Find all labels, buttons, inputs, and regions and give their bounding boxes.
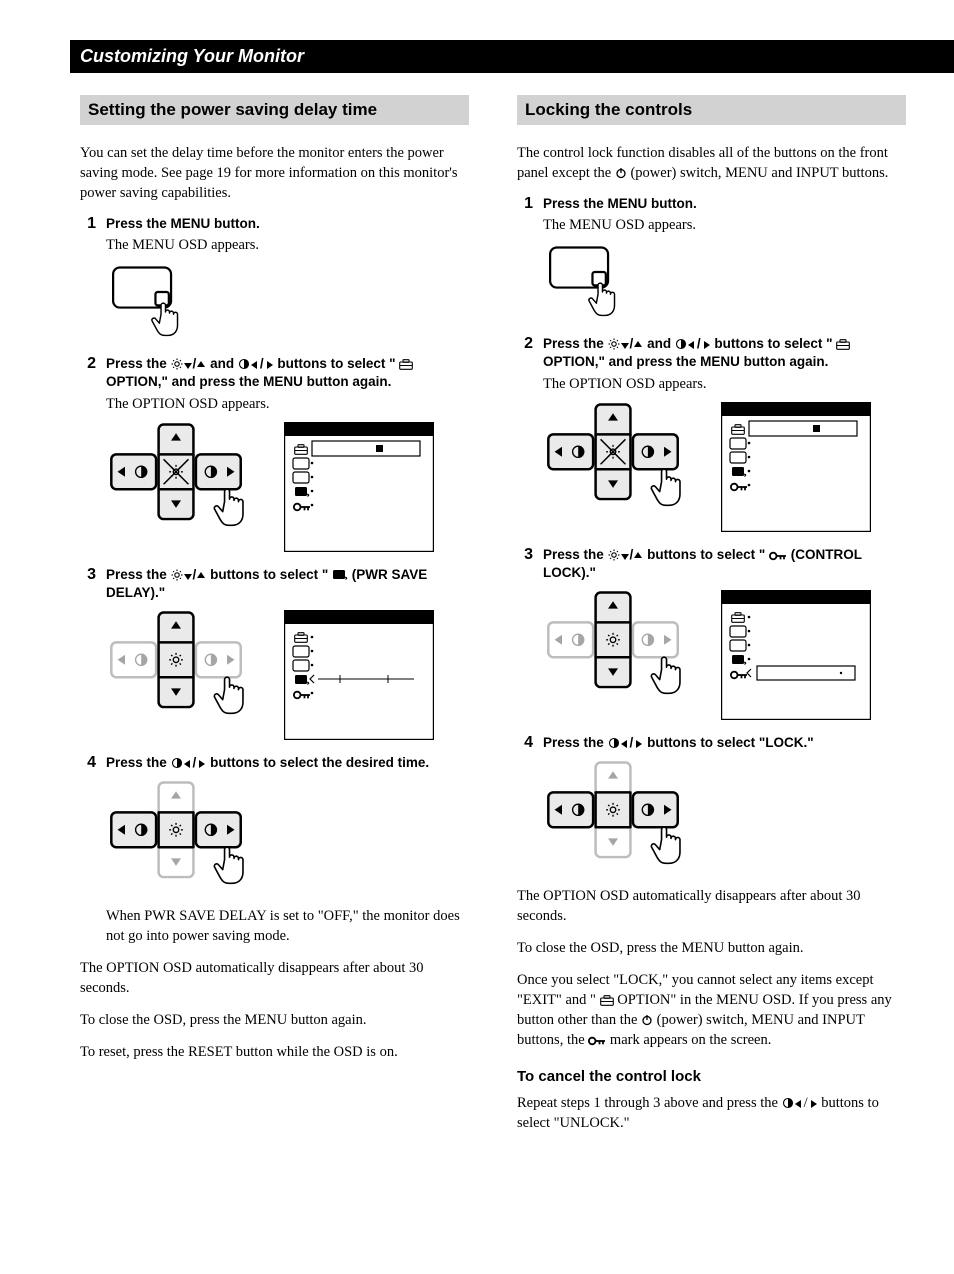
toolbox-icon	[600, 995, 614, 1006]
right-step2-desc: The OPTION OSD appears.	[543, 374, 906, 394]
menu-button-figure	[543, 243, 633, 321]
down-arrow-icon	[183, 360, 193, 370]
right-note-close: To close the OSD, press the MENU button …	[517, 938, 906, 958]
contrast-icon	[675, 338, 687, 350]
left-arrow-icon	[183, 759, 193, 769]
left-step4-title: Press the / buttons to select the desire…	[106, 754, 469, 772]
section-header-left: Setting the power saving delay time	[80, 95, 469, 125]
up-arrow-icon	[633, 551, 643, 561]
right-arrow-icon	[808, 1099, 818, 1109]
step-number: 4	[80, 754, 96, 772]
chapter-title: Customizing Your Monitor	[70, 40, 954, 73]
step-number: 1	[517, 195, 533, 213]
osd-option-figure	[284, 422, 434, 552]
down-arrow-icon	[183, 571, 193, 581]
right-arrow-icon	[196, 759, 206, 769]
contrast-icon	[238, 358, 250, 370]
power-icon	[641, 1014, 653, 1026]
step-number: 4	[517, 734, 533, 752]
step-number: 2	[80, 355, 96, 373]
left-arrow-icon	[620, 739, 630, 749]
contrast-icon	[171, 757, 183, 769]
right-step1-desc: The MENU OSD appears.	[543, 215, 906, 235]
menu-button-figure	[106, 263, 196, 341]
down-arrow-icon	[620, 340, 630, 350]
left-intro: You can set the delay time before the mo…	[80, 143, 469, 203]
dpad-leftright-figure	[543, 760, 693, 872]
lock-key-icon	[588, 1036, 606, 1046]
left-arrow-icon	[794, 1099, 804, 1109]
lock-key-icon	[769, 551, 787, 561]
left-note-timeout: The OPTION OSD automatically disappears …	[80, 958, 469, 998]
left-step-2: 2 Press the / and / buttons to select " …	[80, 355, 469, 413]
right-column: Locking the controls The control lock fu…	[517, 95, 906, 1145]
step-number: 2	[517, 335, 533, 353]
up-arrow-icon	[196, 571, 206, 581]
right-step-2: 2 Press the / and / buttons to select " …	[517, 335, 906, 393]
power-icon	[615, 167, 627, 179]
right-arrow-icon	[633, 739, 643, 749]
right-note-lock-explain: Once you select "LOCK," you cannot selec…	[517, 970, 906, 1050]
dpad-leftright-figure	[106, 780, 256, 892]
right-note-timeout: The OPTION OSD automatically disappears …	[517, 886, 906, 926]
right-step-4: 4 Press the / buttons to select "LOCK."	[517, 734, 906, 752]
left-arrow-icon	[687, 340, 697, 350]
cancel-lock-heading: To cancel the control lock	[517, 1068, 906, 1085]
up-arrow-icon	[196, 360, 206, 370]
left-step1-title: Press the MENU button.	[106, 215, 469, 233]
contrast-icon	[608, 737, 620, 749]
brightness-icon	[171, 358, 183, 370]
cancel-lock-text: Repeat steps 1 through 3 above and press…	[517, 1093, 906, 1133]
left-arrow-icon	[250, 360, 260, 370]
right-arrow-icon	[701, 340, 711, 350]
left-step-4: 4 Press the / buttons to select the desi…	[80, 754, 469, 772]
left-note-reset: To reset, press the RESET button while t…	[80, 1042, 469, 1062]
step-number: 3	[517, 546, 533, 564]
left-note-close: To close the OSD, press the MENU button …	[80, 1010, 469, 1030]
brightness-icon	[171, 569, 183, 581]
osd-option-figure	[721, 402, 871, 532]
left-step3-title: Press the / buttons to select " (PWR SAV…	[106, 566, 469, 602]
brightness-icon	[608, 338, 620, 350]
step-number: 1	[80, 215, 96, 233]
dpad-all-figure	[106, 422, 256, 534]
right-step3-title: Press the / buttons to select " (CONTROL…	[543, 546, 906, 582]
osd-lock-figure	[721, 590, 871, 720]
right-step2-title: Press the / and / buttons to select " OP…	[543, 335, 906, 371]
osd-pwr-figure	[284, 610, 434, 740]
contrast-icon	[782, 1097, 794, 1109]
up-arrow-icon	[633, 340, 643, 350]
left-step2-desc: The OPTION OSD appears.	[106, 394, 469, 414]
right-intro: The control lock function disables all o…	[517, 143, 906, 183]
down-arrow-icon	[620, 551, 630, 561]
toolbox-icon	[399, 359, 413, 370]
step-number: 3	[80, 566, 96, 584]
dpad-updown-figure	[106, 610, 256, 722]
brightness-icon	[608, 549, 620, 561]
dpad-updown-figure	[543, 590, 693, 702]
left-step1-desc: The MENU OSD appears.	[106, 235, 469, 255]
dpad-all-figure	[543, 402, 693, 514]
monitor-icon	[332, 569, 348, 581]
left-column: Setting the power saving delay time You …	[80, 95, 469, 1145]
left-note-off: When PWR SAVE DELAY is set to "OFF," the…	[106, 906, 469, 946]
section-header-right: Locking the controls	[517, 95, 906, 125]
left-step-3: 3 Press the / buttons to select " (PWR S…	[80, 566, 469, 602]
right-step-1: 1 Press the MENU button. The MENU OSD ap…	[517, 195, 906, 235]
left-step2-title: Press the / and / buttons to select " OP…	[106, 355, 469, 391]
right-step-3: 3 Press the / buttons to select " (CONTR…	[517, 546, 906, 582]
right-arrow-icon	[264, 360, 274, 370]
left-step-1: 1 Press the MENU button. The MENU OSD ap…	[80, 215, 469, 255]
right-step1-title: Press the MENU button.	[543, 195, 906, 213]
toolbox-icon	[836, 339, 850, 350]
right-step4-title: Press the / buttons to select "LOCK."	[543, 734, 906, 752]
